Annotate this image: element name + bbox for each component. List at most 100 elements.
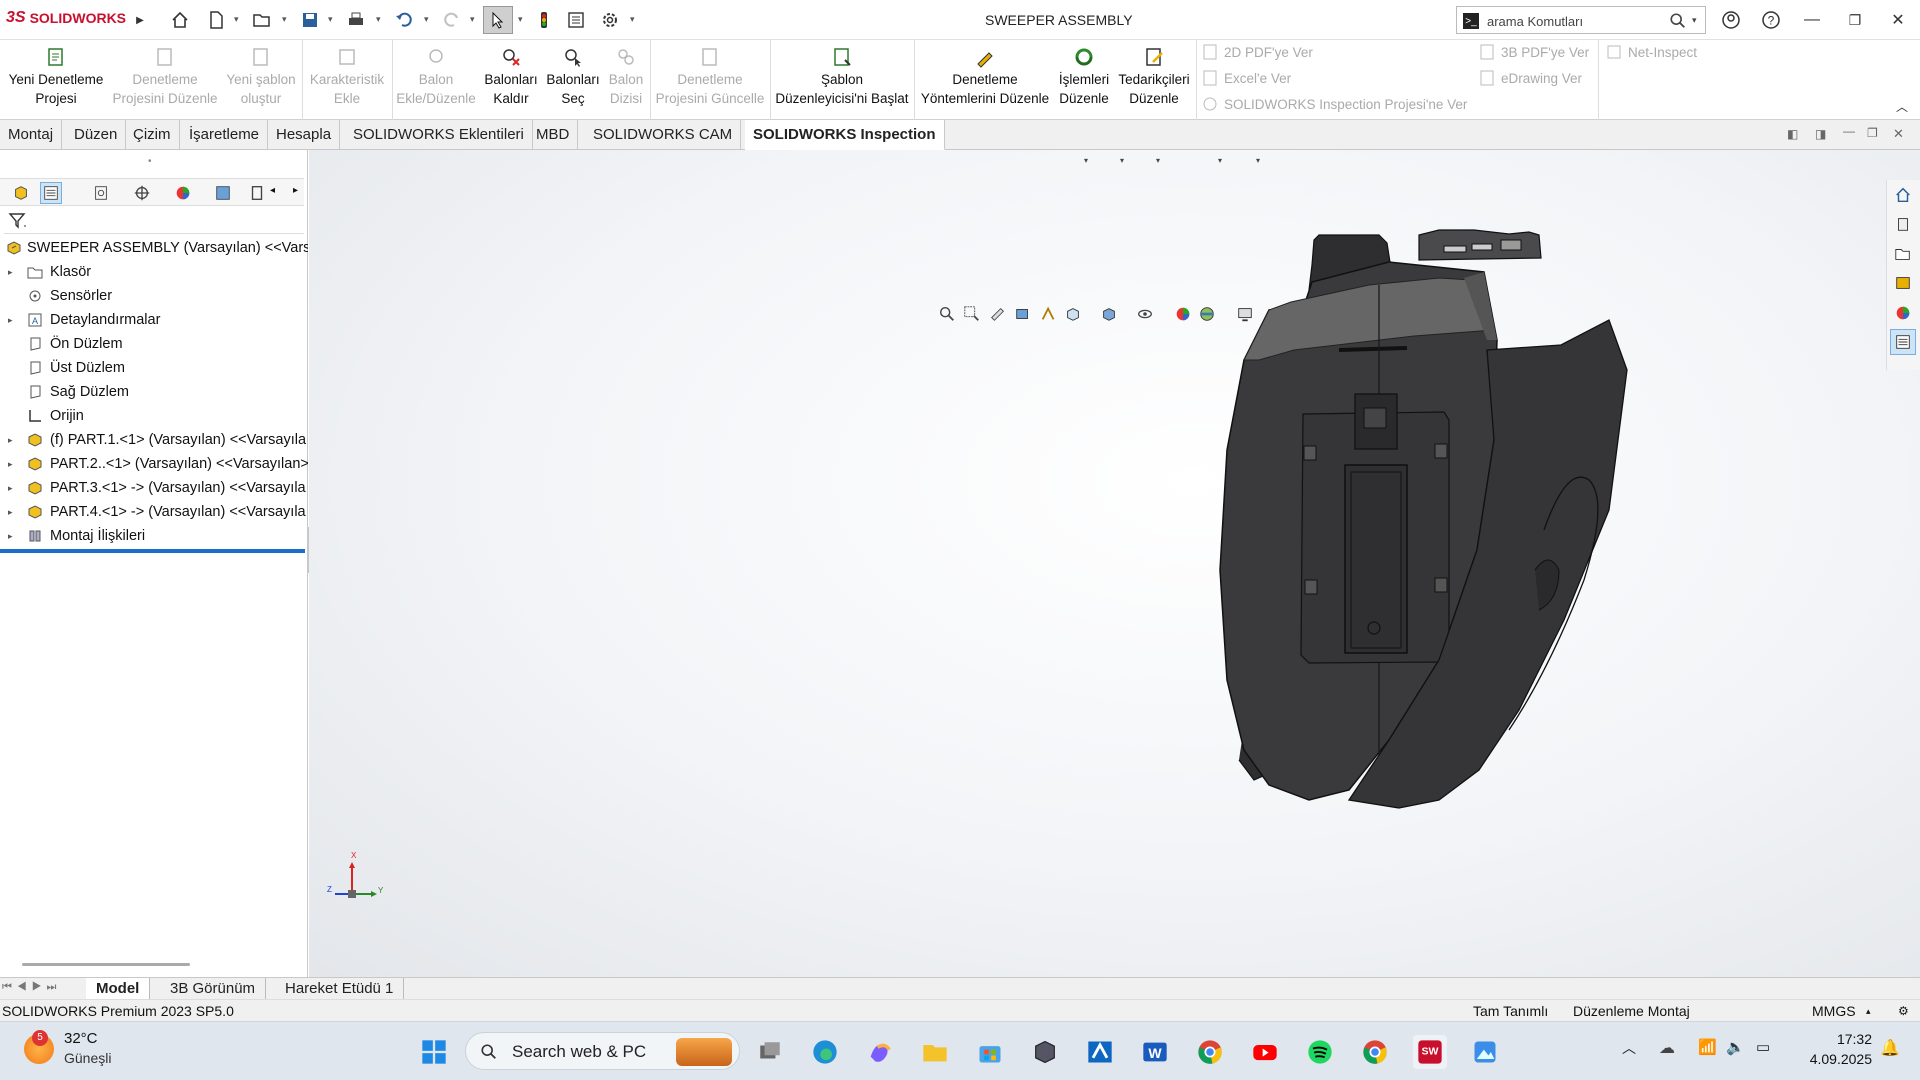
file-explorer-icon[interactable] <box>1890 241 1916 267</box>
print-icon[interactable] <box>344 8 368 32</box>
tab-duzen[interactable]: Düzen <box>66 120 127 150</box>
cam-tree-tab-icon[interactable] <box>212 182 234 204</box>
new-inspection-project-button[interactable]: Yeni Denetleme Projesi <box>6 46 106 108</box>
tree-item[interactable]: ▸ PART.3.<1> -> (Varsayılan) <<Varsayıla <box>0 476 308 500</box>
expand-arrow-icon[interactable]: ▸ <box>8 452 13 476</box>
file-properties-icon[interactable] <box>564 8 588 32</box>
unit-system[interactable]: MMGS <box>1812 1000 1856 1022</box>
tab-model[interactable]: Model <box>86 978 151 1000</box>
save-icon[interactable] <box>298 8 322 32</box>
doc-restore-icon[interactable]: ❐ <box>1867 126 1878 140</box>
help-icon[interactable]: ? <box>1759 8 1783 32</box>
tab-scroll-arrows-icon[interactable]: ⏮◀▶⏭ <box>2 981 61 994</box>
solidworks-logo[interactable]: 3S SOLIDWORKS <box>6 9 126 27</box>
restore-icon[interactable]: ❐ <box>1843 8 1867 32</box>
view-settings-dropdown-icon[interactable]: ▾ <box>1256 156 1260 165</box>
panel-tabs-right-icon[interactable]: ▸ <box>293 185 298 196</box>
viewport-tile-icon[interactable]: ◧ <box>1787 127 1798 141</box>
unit-dropdown-icon[interactable]: ▴ <box>1866 1000 1871 1022</box>
view-palette-icon[interactable] <box>1890 270 1916 296</box>
tab-mbd[interactable]: MBD <box>528 120 579 150</box>
spotify-icon[interactable] <box>1303 1035 1337 1069</box>
select-balloons-button[interactable]: Balonları Seç <box>544 46 602 108</box>
collapse-ribbon-icon[interactable]: ︿ <box>1896 98 1908 115</box>
windows-start-icon[interactable] <box>417 1035 451 1069</box>
display-manager-tab-icon[interactable] <box>172 182 194 204</box>
clock-time[interactable]: 17:32 <box>1800 1031 1872 1047</box>
panel-grip-icon[interactable]: • <box>148 156 152 167</box>
tree-filter[interactable] <box>4 208 304 234</box>
launch-template-editor-button[interactable]: Şablon Düzenleyicisi'ni Başlat <box>772 46 912 108</box>
close-icon[interactable]: ✕ <box>1886 8 1910 32</box>
display-style-dropdown-icon[interactable]: ▾ <box>1120 156 1124 165</box>
weather-temperature[interactable]: 32°C <box>64 1030 98 1047</box>
apply-scene-dropdown-icon[interactable]: ▾ <box>1218 156 1222 165</box>
zoom-to-fit-icon[interactable] <box>936 303 958 325</box>
onedrive-icon[interactable]: ☁ <box>1659 1038 1675 1058</box>
word-icon[interactable]: W <box>1138 1035 1172 1069</box>
expand-arrow-icon[interactable]: ▸ <box>8 428 13 452</box>
custom-properties-icon[interactable] <box>1890 329 1916 355</box>
expand-arrow-icon[interactable]: ▸ <box>8 260 13 284</box>
taskbar-search[interactable]: Search web & PC <box>465 1032 740 1070</box>
zoom-to-area-icon[interactable] <box>961 303 983 325</box>
tab-isaretleme[interactable]: İşaretleme <box>181 120 269 150</box>
display-style-icon[interactable] <box>1098 303 1120 325</box>
property-manager-tab-icon[interactable] <box>40 182 62 204</box>
new-dropdown-icon[interactable]: ▾ <box>234 14 239 25</box>
show-hidden-icons-icon[interactable]: ︿ <box>1622 1038 1636 1058</box>
solidworks-taskbar-icon[interactable]: SW <box>1413 1035 1447 1069</box>
task-view-icon[interactable] <box>753 1035 787 1069</box>
remove-balloons-button[interactable]: Balonları Kaldır <box>480 46 542 108</box>
tab-solidworks-inspection[interactable]: SOLIDWORKS Inspection <box>745 120 945 150</box>
volume-icon[interactable]: 🔈 <box>1726 1038 1745 1056</box>
tab-3d-view[interactable]: 3B Görünüm <box>160 978 267 1000</box>
doc-minimize-icon[interactable]: — <box>1843 124 1855 138</box>
model-view[interactable] <box>309 150 1920 977</box>
tree-item[interactable]: Sensörler <box>0 284 308 308</box>
copilot-icon[interactable] <box>863 1035 897 1069</box>
file-explorer-taskbar-icon[interactable] <box>918 1035 952 1069</box>
chrome-icon[interactable] <box>1193 1035 1227 1069</box>
youtube-icon[interactable] <box>1248 1035 1282 1069</box>
tree-item[interactable]: ▸ A Detaylandırmalar <box>0 308 308 332</box>
panel-tabs-left-icon[interactable]: ◂ <box>270 185 275 196</box>
edit-inspection-methods-button[interactable]: Denetleme Yöntemlerini Düzenle <box>916 46 1054 108</box>
expand-arrow-icon[interactable]: ▸ <box>8 308 13 332</box>
viewport-split-icon[interactable]: ◨ <box>1815 127 1826 141</box>
tree-root-assembly[interactable]: SWEEPER ASSEMBLY (Varsayılan) <<Varsa <box>0 236 308 260</box>
chrome-profile-icon[interactable] <box>1358 1035 1392 1069</box>
doc-close-icon[interactable]: ✕ <box>1893 126 1904 142</box>
panel-horizontal-scrollbar[interactable] <box>22 963 190 966</box>
print-dropdown-icon[interactable]: ▾ <box>376 14 381 25</box>
tree-item[interactable]: Üst Düzlem <box>0 356 308 380</box>
edit-suppliers-button[interactable]: Tedarikçileri Düzenle <box>1116 46 1192 108</box>
configuration-manager-tab-icon[interactable] <box>90 182 112 204</box>
graphics-viewport[interactable]: ▾ ▾ ▾ ▾ ▾ X Y Z <box>309 150 1920 977</box>
tree-item[interactable]: Sağ Düzlem <box>0 380 308 404</box>
select-icon[interactable] <box>483 6 513 34</box>
edge-icon[interactable] <box>808 1035 842 1069</box>
options-gear-icon[interactable] <box>598 8 622 32</box>
open-dropdown-icon[interactable]: ▾ <box>282 14 287 25</box>
expand-arrow-icon[interactable]: ▸ <box>8 524 13 548</box>
home-icon[interactable] <box>168 8 192 32</box>
dynamic-annotation-icon[interactable] <box>1038 303 1060 325</box>
solidworks-resources-icon[interactable] <box>1890 182 1916 208</box>
tree-item[interactable]: ▸ PART.4.<1> -> (Varsayılan) <<Varsayıla <box>0 500 308 524</box>
section-view-icon[interactable] <box>1012 303 1034 325</box>
edit-appearance-icon[interactable] <box>1172 303 1194 325</box>
edit-operations-button[interactable]: İşlemleri Düzenle <box>1054 46 1114 108</box>
expand-arrow-icon[interactable]: ▸ <box>8 500 13 524</box>
undo-dropdown-icon[interactable]: ▾ <box>424 14 429 25</box>
search-dropdown-icon[interactable]: ▾ <box>1692 15 1697 26</box>
options-dropdown-icon[interactable]: ▾ <box>630 14 635 25</box>
user-account-icon[interactable] <box>1719 8 1743 32</box>
search-icon[interactable] <box>1669 12 1687 30</box>
clock-date[interactable]: 4.09.2025 <box>1790 1051 1872 1067</box>
select-dropdown-icon[interactable]: ▾ <box>518 14 523 25</box>
previous-view-icon[interactable] <box>987 303 1009 325</box>
appearances-icon[interactable] <box>1890 300 1916 326</box>
dev-tool-cube-icon[interactable] <box>1028 1035 1062 1069</box>
menu-expand-icon[interactable]: ▶ <box>128 8 152 32</box>
